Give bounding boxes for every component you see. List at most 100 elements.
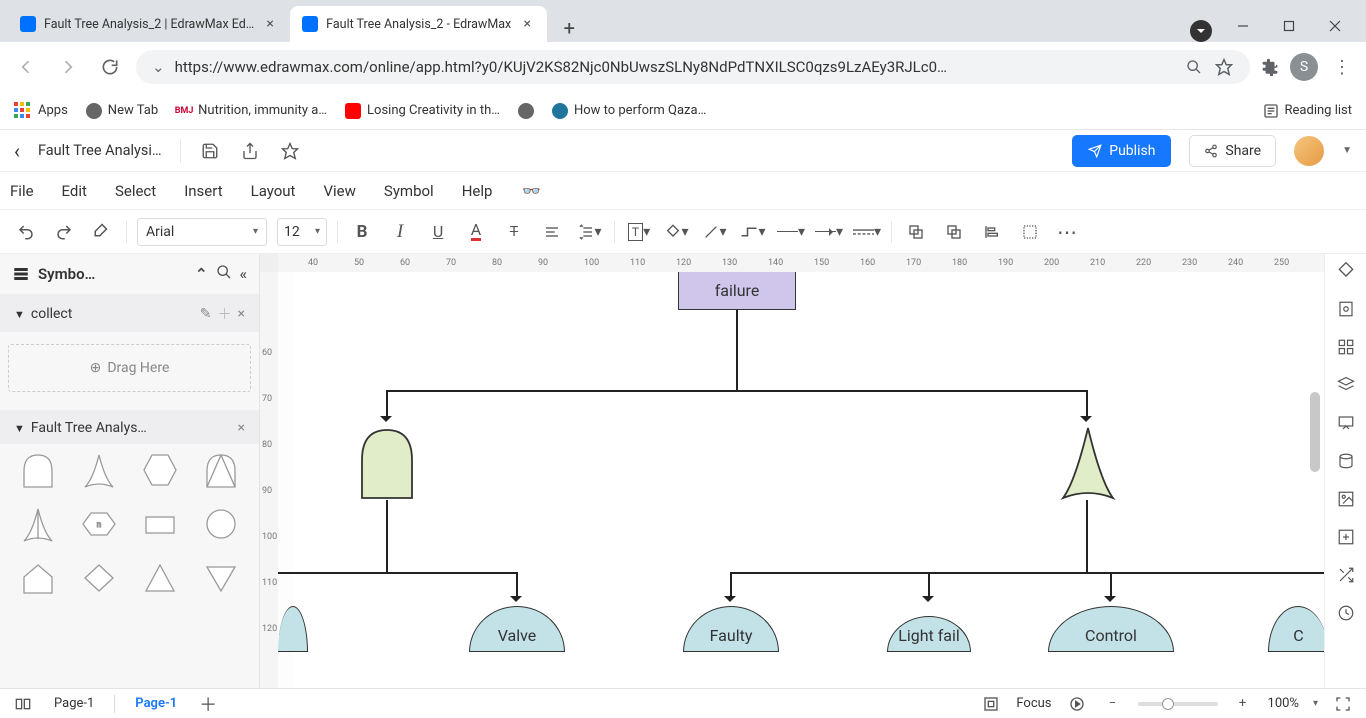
line-color-button[interactable]: ▾ bbox=[701, 218, 729, 246]
zoom-icon[interactable] bbox=[1184, 57, 1204, 77]
font-size-select[interactable]: 12▾ bbox=[277, 218, 327, 246]
close-icon[interactable]: × bbox=[519, 16, 535, 32]
basic-event[interactable] bbox=[278, 606, 308, 652]
bring-front-icon[interactable] bbox=[902, 218, 930, 246]
text-box-button[interactable]: T▾ bbox=[625, 218, 653, 246]
underline-button[interactable]: U bbox=[424, 218, 452, 246]
basic-event[interactable]: Light fail bbox=[887, 616, 971, 652]
house-shape[interactable] bbox=[12, 558, 63, 598]
basic-event[interactable]: Valve bbox=[469, 606, 565, 652]
menu-view[interactable]: View bbox=[323, 182, 355, 200]
voting-gate-shape[interactable]: n bbox=[73, 504, 124, 544]
clear-format-button[interactable]: T bbox=[500, 218, 528, 246]
rectangle-shape[interactable] bbox=[135, 504, 186, 544]
zoom-out-button[interactable]: − bbox=[1102, 693, 1124, 715]
search-icon[interactable] bbox=[216, 264, 232, 284]
menu-edit[interactable]: Edit bbox=[62, 182, 87, 200]
collapse-panel-icon[interactable]: « bbox=[240, 265, 247, 283]
format-painter-icon[interactable] bbox=[88, 218, 116, 246]
data-icon[interactable] bbox=[1335, 450, 1357, 472]
add-page-button[interactable]: ＋ bbox=[197, 693, 219, 715]
address-field[interactable]: ⌄ https://www.edrawmax.com/online/app.ht… bbox=[136, 50, 1250, 84]
inverted-triangle-shape[interactable] bbox=[196, 558, 247, 598]
fill-theme-icon[interactable] bbox=[1335, 260, 1357, 282]
fill-color-button[interactable]: ▾ bbox=[663, 218, 691, 246]
bookmark-item[interactable]: BMJNutrition, immunity a… bbox=[176, 103, 327, 119]
share-export-icon[interactable] bbox=[239, 140, 261, 162]
page-setup-icon[interactable] bbox=[1335, 298, 1357, 320]
pages-list-icon[interactable] bbox=[12, 693, 34, 715]
page-tab[interactable]: Page-1 bbox=[48, 696, 100, 711]
browser-tab-active[interactable]: Fault Tree Analysis_2 - EdrawMax × bbox=[290, 6, 547, 42]
plus-icon[interactable]: ＋ bbox=[218, 304, 232, 324]
or-gate[interactable] bbox=[1057, 422, 1119, 506]
profile-avatar[interactable]: S bbox=[1290, 53, 1318, 81]
and-gate-shape[interactable] bbox=[12, 450, 63, 490]
shuffle-icon[interactable] bbox=[1335, 564, 1357, 586]
group-icon[interactable] bbox=[1016, 218, 1044, 246]
connector-style-button[interactable]: ▾ bbox=[739, 218, 767, 246]
bookmark-item[interactable] bbox=[518, 103, 534, 119]
nav-forward-button[interactable] bbox=[52, 51, 84, 83]
font-color-button[interactable]: A bbox=[462, 218, 490, 246]
bookmark-item[interactable]: New Tab bbox=[86, 103, 158, 119]
new-tab-button[interactable]: + bbox=[555, 14, 583, 42]
menu-insert[interactable]: Insert bbox=[184, 182, 222, 200]
drag-target[interactable]: ⊕ Drag Here bbox=[8, 344, 251, 392]
font-family-select[interactable]: Arial▾ bbox=[137, 218, 267, 246]
undo-icon[interactable] bbox=[12, 218, 40, 246]
browser-menu-button[interactable]: ⋮ bbox=[1328, 53, 1356, 81]
insert-icon[interactable] bbox=[1335, 526, 1357, 548]
share-button[interactable]: Share bbox=[1189, 135, 1276, 167]
star-icon[interactable] bbox=[1214, 57, 1234, 77]
hexagon-shape[interactable] bbox=[135, 450, 186, 490]
user-avatar[interactable] bbox=[1294, 136, 1324, 166]
line-spacing-button[interactable]: ▾ bbox=[576, 218, 604, 246]
zoom-slider[interactable] bbox=[1138, 702, 1218, 706]
window-minimize-button[interactable] bbox=[1220, 10, 1266, 42]
tabs-dropdown-icon[interactable] bbox=[1190, 20, 1212, 42]
play-icon[interactable] bbox=[1066, 693, 1088, 715]
menu-file[interactable]: File bbox=[10, 182, 34, 200]
presentation-icon[interactable] bbox=[1335, 412, 1357, 434]
menu-layout[interactable]: Layout bbox=[251, 182, 296, 200]
focus-mode-icon[interactable] bbox=[980, 693, 1002, 715]
priority-and-shape[interactable] bbox=[196, 450, 247, 490]
nav-reload-button[interactable] bbox=[94, 51, 126, 83]
close-icon[interactable]: × bbox=[262, 16, 278, 32]
align-button[interactable] bbox=[538, 218, 566, 246]
xor-gate-shape[interactable] bbox=[12, 504, 63, 544]
save-icon[interactable] bbox=[199, 140, 221, 162]
history-icon[interactable] bbox=[1335, 602, 1357, 624]
diamond-shape[interactable] bbox=[73, 558, 124, 598]
window-maximize-button[interactable] bbox=[1266, 10, 1312, 42]
extensions-icon[interactable] bbox=[1260, 57, 1280, 77]
arrow-style-button[interactable]: ▾ bbox=[815, 218, 843, 246]
bookmark-item[interactable]: Losing Creativity in th… bbox=[345, 103, 500, 119]
zoom-in-button[interactable]: + bbox=[1232, 693, 1254, 715]
chevron-down-icon[interactable]: ▼ bbox=[14, 308, 25, 321]
focus-label[interactable]: Focus bbox=[1016, 696, 1051, 711]
find-icon[interactable]: 👓 bbox=[520, 180, 542, 202]
image-icon[interactable] bbox=[1335, 488, 1357, 510]
grid-icon[interactable] bbox=[1335, 336, 1357, 358]
close-icon[interactable]: × bbox=[238, 420, 245, 436]
window-close-button[interactable] bbox=[1312, 10, 1358, 42]
align-objects-icon[interactable] bbox=[978, 218, 1006, 246]
layers-icon[interactable] bbox=[1335, 374, 1357, 396]
menu-select[interactable]: Select bbox=[115, 182, 156, 200]
circle-shape[interactable] bbox=[196, 504, 247, 544]
close-icon[interactable]: × bbox=[238, 306, 245, 322]
menu-help[interactable]: Help bbox=[462, 182, 493, 200]
fullscreen-icon[interactable] bbox=[1332, 693, 1354, 715]
basic-event[interactable]: C bbox=[1268, 606, 1324, 652]
triangle-shape[interactable] bbox=[135, 558, 186, 598]
bold-button[interactable]: B bbox=[348, 218, 376, 246]
line-weight-button[interactable]: ▾ bbox=[777, 218, 805, 246]
app-back-button[interactable]: ‹ bbox=[14, 139, 20, 163]
bookmark-item[interactable]: How to perform Qaza… bbox=[552, 103, 706, 119]
top-event-box[interactable]: failure bbox=[678, 272, 796, 310]
star-outline-icon[interactable] bbox=[279, 140, 301, 162]
chevron-up-icon[interactable]: ⌃ bbox=[195, 265, 208, 283]
edit-icon[interactable]: ✎ bbox=[200, 306, 212, 322]
